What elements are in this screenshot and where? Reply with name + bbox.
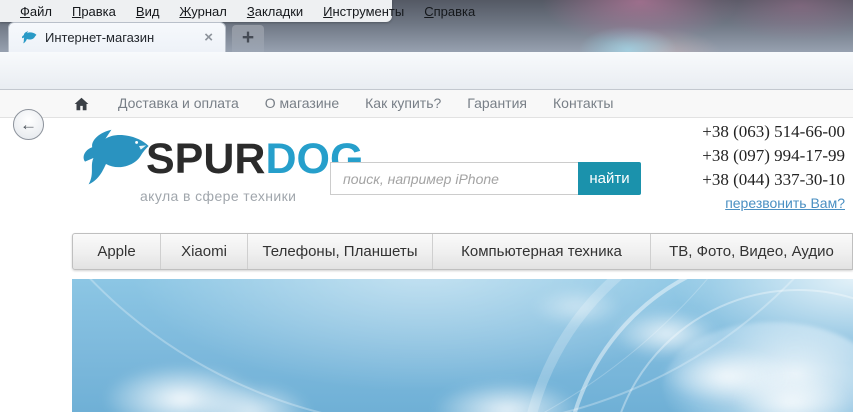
- callback-link[interactable]: перезвонить Вам?: [725, 195, 845, 211]
- category-menu-item[interactable]: Apple: [73, 234, 161, 269]
- browser-menubar: Файл Правка Вид Журнал Закладки Инструменты Сп…: [0, 0, 475, 22]
- tab-close-icon[interactable]: ×: [200, 28, 217, 47]
- menubar-item[interactable]: Инструменты: [313, 4, 414, 19]
- tab-title: Интернет-магазин: [45, 30, 155, 45]
- browser-chrome: Файл Правка Вид Журнал Закладки Инструменты Сп…: [0, 0, 853, 52]
- site-search-button[interactable]: найти: [578, 162, 641, 195]
- site-top-nav: Доставка и оплата О магазине Как купить? Га…: [0, 90, 853, 118]
- category-menu-item[interactable]: Xiaomi: [161, 234, 248, 269]
- logo-tagline: акула в сфере техники: [140, 188, 297, 204]
- home-icon[interactable]: [74, 97, 89, 111]
- site-nav-link[interactable]: О магазине: [252, 95, 352, 111]
- category-menu-item[interactable]: Телефоны, Планшеты: [248, 234, 433, 269]
- site-nav-link[interactable]: Гарантия: [454, 95, 540, 111]
- category-menu-item[interactable]: ТВ, Фото, Видео, Аудио: [651, 234, 852, 269]
- phones-block: +38 (063) 514-66-00 +38 (097) 994-17-99 +3…: [702, 120, 845, 213]
- site-logo[interactable]: SPURDOG акула в сфере техники: [76, 128, 363, 208]
- category-menu: Apple Xiaomi Телефоны, Планшеты Компьютерна…: [72, 233, 853, 270]
- site-nav-link[interactable]: Контакты: [540, 95, 626, 111]
- browser-tab[interactable]: Интернет-магазин ×: [8, 22, 226, 52]
- new-tab-button[interactable]: +: [232, 25, 264, 52]
- phone-number: +38 (063) 514-66-00: [702, 122, 845, 141]
- menubar-item[interactable]: Журнал: [169, 4, 236, 19]
- logo-spur: SPUR: [146, 135, 266, 183]
- phone-list: +38 (063) 514-66-00 +38 (097) 994-17-99 +3…: [702, 120, 845, 192]
- menubar-item[interactable]: Закладки: [237, 4, 313, 19]
- site-nav-links: Доставка и оплата О магазине Как купить? Га…: [105, 95, 626, 113]
- site-search-input[interactable]: [330, 162, 578, 195]
- shark-logo-icon: [83, 129, 149, 185]
- phone-number: +38 (097) 994-17-99: [702, 146, 845, 165]
- shark-favicon-icon: [22, 31, 37, 44]
- phone-number: +38 (044) 337-30-10: [702, 170, 845, 189]
- hero-banner-image[interactable]: [72, 279, 853, 412]
- browser-toolbar: ← i spurdog.com.ua ↻ Поиск: [0, 52, 853, 140]
- site-nav-link[interactable]: Как купить?: [352, 95, 454, 111]
- menubar-item[interactable]: Правка: [62, 4, 126, 19]
- category-menu-item[interactable]: Компьютерная техника: [433, 234, 651, 269]
- menubar-item[interactable]: Справка: [414, 4, 485, 19]
- menubar-item[interactable]: Файл: [10, 4, 62, 19]
- menubar-item[interactable]: Вид: [126, 4, 170, 19]
- site-search: найти: [330, 162, 641, 195]
- cloud-decoration: [532, 287, 622, 327]
- page-content: Доставка и оплата О магазине Как купить? Га…: [0, 90, 853, 412]
- back-button[interactable]: ←: [13, 109, 44, 140]
- site-nav-link[interactable]: Доставка и оплата: [105, 95, 252, 111]
